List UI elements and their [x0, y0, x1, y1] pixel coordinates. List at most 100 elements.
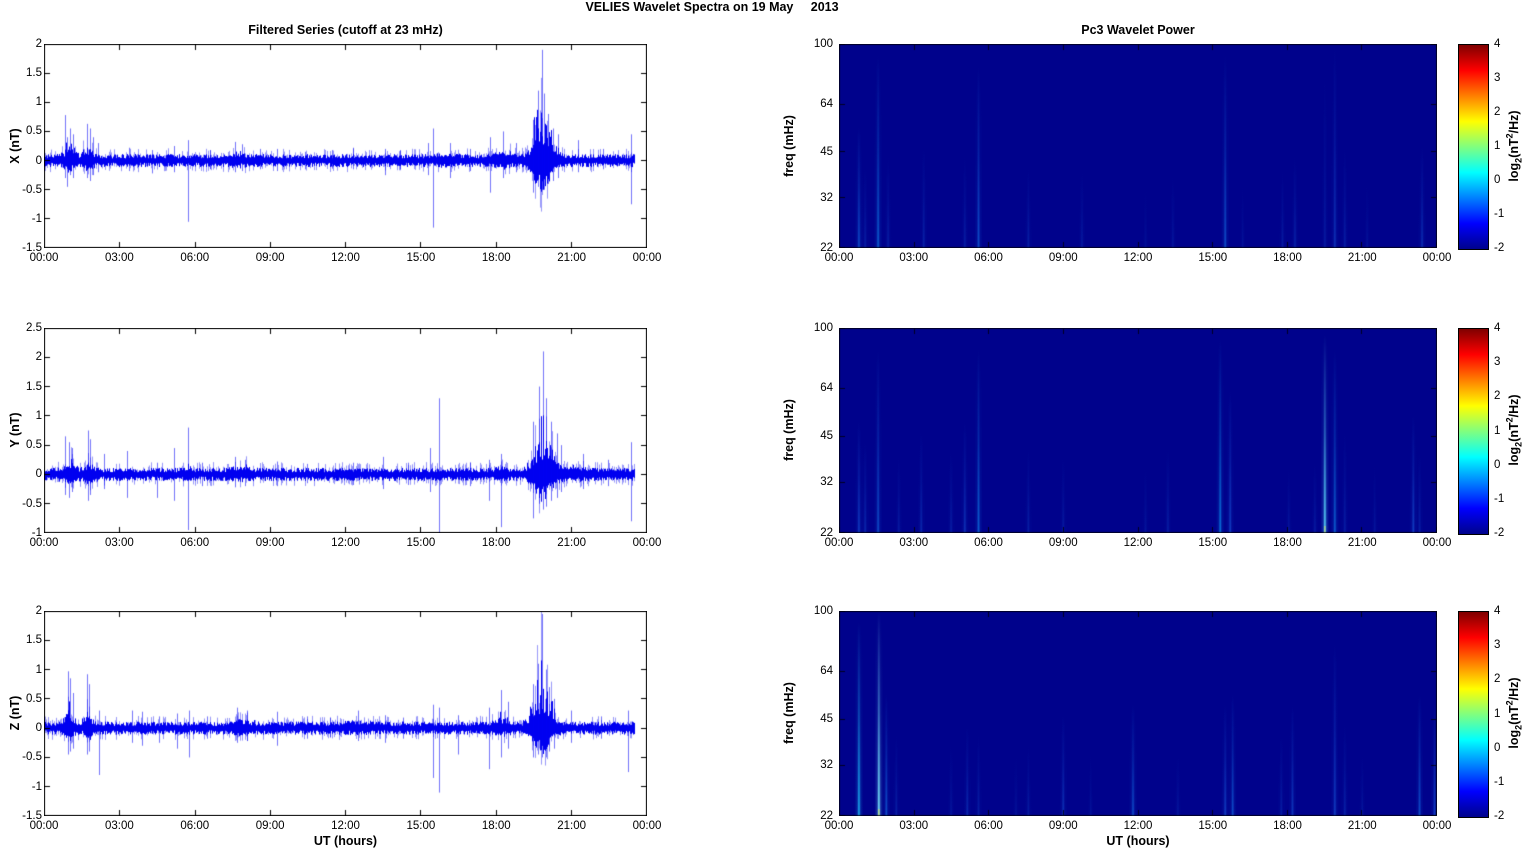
x-tick-label: 12:00	[331, 252, 360, 264]
timeseries-canvas-z	[44, 611, 647, 816]
x-tick-label: 00:00	[1422, 820, 1452, 832]
x-tick-label: 00:00	[824, 252, 854, 264]
figure-title: VELIES Wavelet Spectra on 19 May 2013	[585, 0, 839, 14]
y-tick-label: 32	[820, 759, 833, 772]
y-axis-label-y: Y (nT)	[8, 412, 22, 448]
x-tick-label: 00:00	[824, 820, 854, 832]
timeseries-canvas-x	[44, 44, 647, 248]
y-tick-label: 0.5	[26, 692, 42, 705]
timeseries-canvas-y	[44, 328, 647, 533]
x-tick-label: 03:00	[899, 820, 929, 832]
x-axis-ticks-row1-right: 00:00 03:00 06:00 09:00 12:00 15:00 18:00 21:00…	[825, 252, 1452, 266]
colorbar-tick-label: 4	[1494, 322, 1501, 334]
x-tick-label: 00:00	[632, 537, 662, 549]
freq-axis-label-x: freq (mHz)	[782, 115, 796, 177]
y-tick-label: 64	[820, 382, 833, 395]
colorbar-label-row2: log2(nT2/Hz)	[1504, 394, 1524, 466]
x-axis-ticks-row3-right: 00:00 03:00 06:00 09:00 12:00 15:00 18:00 21:00…	[825, 820, 1452, 834]
colorbar-row3	[1458, 611, 1489, 818]
colorbar-tick-label: 0	[1494, 173, 1501, 186]
y-tick-label: 0	[35, 154, 42, 167]
x-axis-ticks-row1-left: 00:00 03:00 06:00 09:00 12:00 15:00 18:00 21:00…	[30, 252, 662, 266]
y-tick-label: -0.5	[22, 751, 42, 764]
y-tick-label: 1.5	[26, 634, 42, 647]
colorbar-tick-label: 1	[1494, 707, 1501, 720]
y-tick-label: -1	[31, 780, 42, 793]
x-tick-label: 09:00	[255, 252, 285, 264]
y-tick-label: 1.5	[26, 67, 42, 80]
colorbar-tick-label: 0	[1494, 741, 1501, 754]
x-axis-ticks-row2-right: 00:00 03:00 06:00 09:00 12:00 15:00 18:00 21:00…	[825, 537, 1452, 551]
y-tick-label: 0.5	[26, 439, 42, 452]
x-tick-label: 12:00	[1123, 537, 1153, 549]
x-tick-label: 15:00	[1198, 252, 1228, 264]
freq-axis-ticks-x: 100 64 45 32 22	[795, 38, 833, 254]
colorbar-tick-label: -1	[1494, 208, 1505, 220]
x-tick-label: 18:00	[1273, 252, 1302, 264]
right-column-title: Pc3 Wavelet Power	[1081, 23, 1195, 37]
x-tick-label: 18:00	[1273, 820, 1302, 832]
colorbar-tick-label: 4	[1494, 38, 1501, 50]
x-tick-label: 18:00	[481, 252, 511, 264]
x-tick-label: 12:00	[1123, 820, 1153, 832]
colorbar-tick-label: 3	[1494, 639, 1501, 652]
timeseries-panel-y	[44, 328, 647, 533]
x-tick-label: 15:00	[1198, 537, 1228, 549]
x-tick-label: 03:00	[899, 252, 929, 264]
x-axis-ticks-row2-left: 00:00 03:00 06:00 09:00 12:00 15:00 18:00 21:00…	[30, 537, 662, 551]
y-tick-label: 45	[820, 145, 833, 158]
y-axis-label-z: Z (nT)	[8, 695, 22, 731]
x-tick-label: 06:00	[974, 820, 1003, 832]
spectrogram-canvas-z	[839, 611, 1437, 816]
colorbar-tick-label: -2	[1494, 527, 1505, 539]
y-tick-label: 32	[820, 191, 833, 204]
x-axis-label-right: UT (hours)	[1106, 834, 1170, 848]
colorbar-tick-label: 4	[1494, 605, 1501, 617]
x-tick-label: 03:00	[899, 537, 929, 549]
x-tick-label: 09:00	[1048, 820, 1078, 832]
x-tick-label: 18:00	[481, 537, 511, 549]
colorbar-tick-label: 3	[1494, 356, 1501, 369]
x-tick-label: 15:00	[406, 537, 436, 549]
x-tick-label: 21:00	[1347, 252, 1377, 264]
x-axis-label-left: UT (hours)	[313, 834, 378, 848]
y-tick-label: 1.5	[26, 380, 42, 393]
x-tick-label: 03:00	[104, 820, 134, 832]
freq-axis-label-z: freq (mHz)	[782, 682, 796, 744]
y-tick-label: 45	[820, 430, 833, 443]
left-column-title: Filtered Series (cutoff at 23 mHz)	[248, 23, 443, 37]
y-tick-label: 2.5	[26, 322, 42, 334]
x-tick-label: 06:00	[180, 820, 210, 832]
colorbar-tick-label: 1	[1494, 424, 1501, 437]
x-tick-label: 21:00	[557, 537, 587, 549]
colorbar-tick-label: -2	[1494, 810, 1505, 822]
y-tick-label: 2	[35, 38, 42, 50]
x-tick-label: 06:00	[180, 537, 210, 549]
x-tick-label: 12:00	[1123, 252, 1153, 264]
timeseries-panel-z	[44, 611, 647, 816]
y-tick-label: 1	[35, 663, 42, 676]
x-tick-label: 15:00	[1198, 820, 1228, 832]
x-tick-label: 21:00	[557, 820, 587, 832]
x-tick-label: 12:00	[331, 820, 360, 832]
colorbar-tick-label: 1	[1494, 140, 1501, 152]
y-tick-label: -0.5	[22, 183, 42, 196]
colorbar-tick-label: -1	[1494, 775, 1505, 788]
y-tick-label: 0	[35, 722, 42, 735]
x-tick-label: 00:00	[29, 252, 59, 264]
x-tick-label: 09:00	[1048, 537, 1078, 549]
y-tick-label: 100	[813, 322, 833, 334]
spectrogram-panel-x	[839, 44, 1437, 248]
x-tick-label: 06:00	[180, 252, 210, 264]
x-tick-label: 00:00	[632, 252, 662, 264]
colorbar-tick-label: 2	[1494, 105, 1501, 118]
x-tick-label: 18:00	[481, 820, 511, 832]
colorbar-row2	[1458, 328, 1489, 535]
colorbar-tick-label: -1	[1494, 492, 1505, 505]
x-tick-label: 15:00	[406, 252, 436, 264]
y-tick-label: 2	[35, 605, 42, 617]
y-tick-label: -0.5	[22, 497, 42, 510]
wavelet-spectra-figure: VELIES Wavelet Spectra on 19 May 2013 Fi…	[0, 0, 1526, 851]
colorbar-row1	[1458, 44, 1489, 250]
y-tick-label: 32	[820, 476, 833, 489]
